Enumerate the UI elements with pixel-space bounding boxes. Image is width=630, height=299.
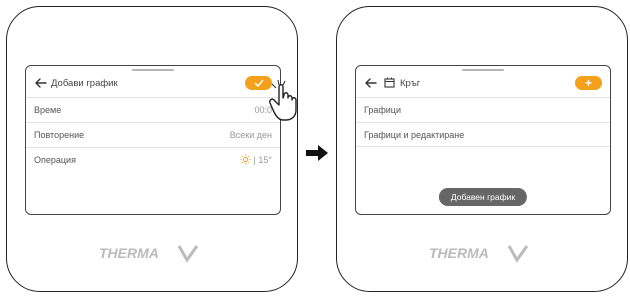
- schedule-form: Време 00:0 Повторение Всеки ден Операция…: [26, 97, 280, 172]
- grab-bar: [462, 69, 504, 71]
- left-header: Добави график: [26, 75, 280, 93]
- time-row[interactable]: Време 00:0: [26, 97, 280, 122]
- list-item-schedules[interactable]: Графици: [356, 97, 610, 122]
- add-button[interactable]: +: [575, 76, 602, 90]
- therma-v-logo: THERMA: [99, 245, 199, 263]
- brand-logo: THERMA: [7, 243, 297, 268]
- list-item-edit-schedules[interactable]: Графици и редактиране: [356, 122, 610, 147]
- left-screen: Добави график Време 00:0 Повторение Всек…: [25, 65, 281, 215]
- right-header: Кръг +: [356, 75, 610, 93]
- left-device-frame: Добави график Време 00:0 Повторение Всек…: [6, 6, 298, 292]
- sun-icon: [240, 154, 251, 165]
- row-value: | 15°: [240, 148, 272, 172]
- check-icon: [253, 79, 264, 88]
- row-label: Графици: [364, 105, 401, 115]
- page-title: Добави график: [51, 78, 118, 89]
- svg-text:THERMA: THERMA: [429, 245, 489, 261]
- right-device-frame: Кръг + Графици Графици и редактиране Доб…: [336, 6, 628, 292]
- grab-bar: [132, 69, 174, 71]
- brand-logo: THERMA: [337, 243, 627, 268]
- svg-text:THERMA: THERMA: [99, 245, 159, 261]
- row-label: Повторение: [34, 130, 85, 140]
- toast-message: Добавен график: [438, 188, 528, 206]
- hand-pointer-icon: [269, 79, 297, 121]
- right-arrow-icon: [306, 145, 328, 161]
- schedule-menu: Графици Графици и редактиране: [356, 97, 610, 147]
- therma-v-logo: THERMA: [429, 245, 529, 263]
- operation-value: | 15°: [253, 155, 272, 165]
- back-arrow-icon[interactable]: [34, 75, 48, 91]
- page-title: Кръг: [400, 78, 421, 89]
- right-screen: Кръг + Графици Графици и редактиране Доб…: [355, 65, 611, 215]
- row-label: Време: [34, 105, 62, 115]
- row-value: Всеки ден: [229, 130, 272, 140]
- operation-row[interactable]: Операция | 15°: [26, 147, 280, 172]
- row-label: Графици и редактиране: [364, 130, 465, 140]
- repeat-row[interactable]: Повторение Всеки ден: [26, 122, 280, 147]
- calendar-icon: [384, 77, 395, 88]
- back-arrow-icon[interactable]: [364, 75, 378, 91]
- row-label: Операция: [34, 155, 76, 165]
